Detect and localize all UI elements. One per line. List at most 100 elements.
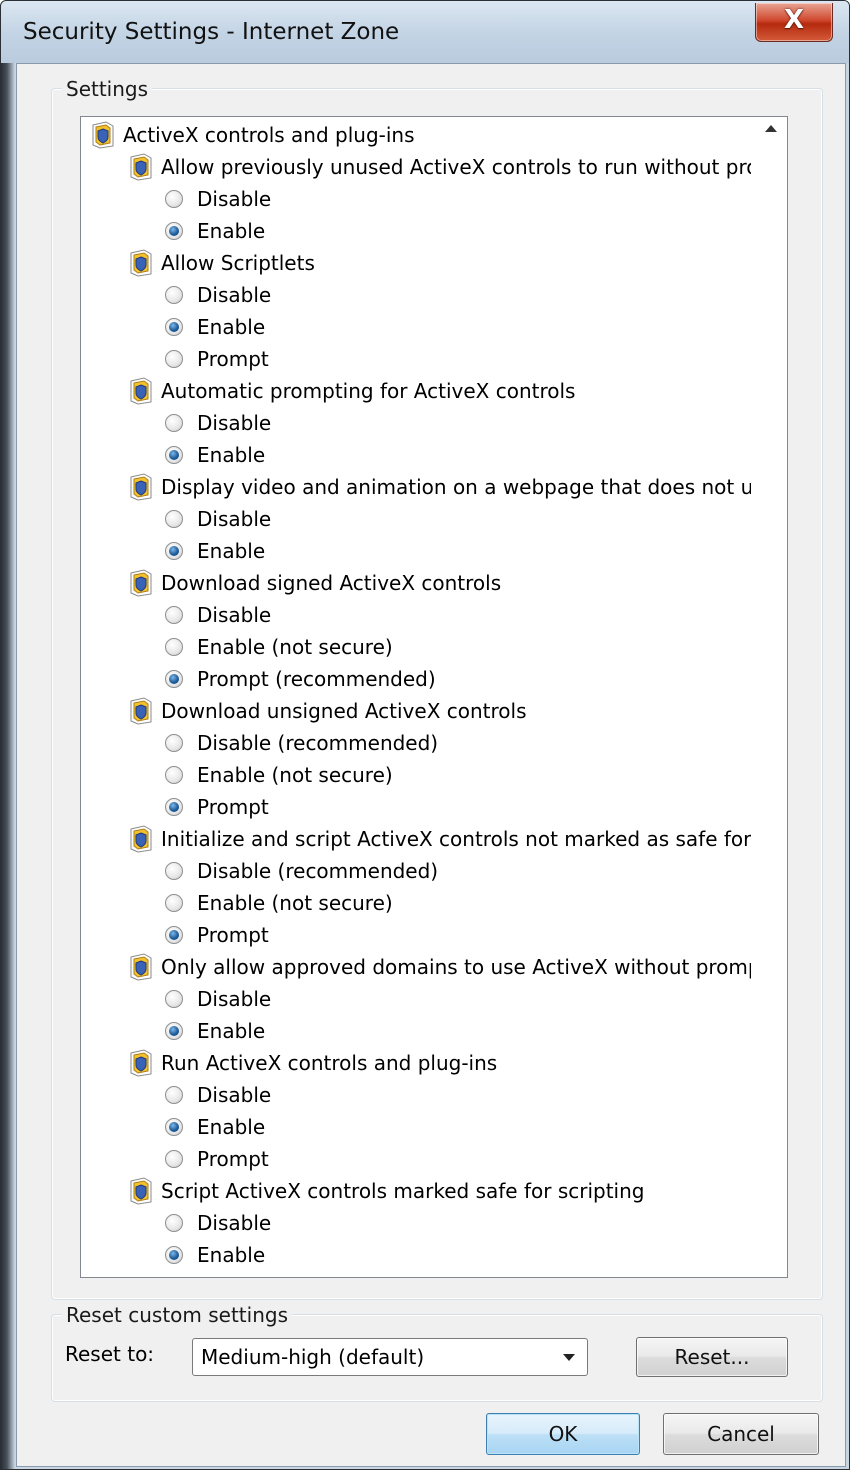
radio-label: Enable: [197, 315, 266, 339]
radio-option[interactable]: Prompt (recommended): [165, 663, 436, 695]
radio-button[interactable]: [165, 605, 183, 624]
radio-label: Prompt (recommended): [197, 667, 436, 691]
setting-label: Initialize and script ActiveX controls n…: [161, 827, 751, 851]
radio-option[interactable]: Disable: [165, 279, 271, 311]
radio-button-selected[interactable]: [165, 221, 183, 240]
setting-row[interactable]: Allow Scriptlets: [129, 247, 315, 279]
title-bar[interactable]: Security Settings - Internet Zone X: [1, 1, 849, 63]
activex-shield-icon: [130, 152, 152, 181]
radio-option[interactable]: Prompt: [165, 343, 269, 375]
radio-option[interactable]: Enable (not secure): [165, 759, 393, 791]
radio-label: Enable: [197, 539, 266, 563]
radio-button[interactable]: [165, 1149, 183, 1168]
radio-label: Prompt: [197, 795, 269, 819]
radio-option[interactable]: Disable: [165, 599, 271, 631]
radio-label: Prompt: [197, 1147, 269, 1171]
setting-label: Only allow approved domains to use Activ…: [161, 955, 751, 979]
radio-button-selected[interactable]: [165, 1245, 183, 1264]
radio-option[interactable]: Disable: [165, 503, 271, 535]
radio-option[interactable]: Prompt: [165, 1143, 269, 1175]
radio-button-selected[interactable]: [165, 445, 183, 464]
radio-label: Enable: [197, 1243, 266, 1267]
cancel-button-label: Cancel: [707, 1422, 775, 1446]
radio-label: Disable: [197, 187, 272, 211]
setting-label: Allow Scriptlets: [161, 251, 315, 275]
window-title: Security Settings - Internet Zone: [23, 19, 400, 45]
radio-label: Enable: [197, 1115, 266, 1139]
radio-option[interactable]: Disable: [165, 183, 271, 215]
setting-row[interactable]: Download unsigned ActiveX controls: [129, 695, 527, 727]
scroll-up-arrow-icon[interactable]: [765, 125, 777, 132]
radio-option[interactable]: Prompt: [165, 791, 269, 823]
activex-shield-icon: [130, 248, 152, 277]
radio-button[interactable]: [165, 349, 183, 368]
radio-option[interactable]: Prompt: [165, 919, 269, 951]
radio-option[interactable]: Enable: [165, 311, 265, 343]
setting-row[interactable]: Initialize and script ActiveX controls n…: [129, 823, 751, 855]
radio-button[interactable]: [165, 989, 183, 1008]
activex-shield-icon: [92, 120, 114, 149]
radio-button[interactable]: [165, 413, 183, 432]
radio-option[interactable]: Disable (recommended): [165, 727, 438, 759]
radio-option[interactable]: Disable: [165, 1207, 271, 1239]
radio-button[interactable]: [165, 189, 183, 208]
radio-button[interactable]: [165, 637, 183, 656]
radio-label: Enable (not secure): [197, 763, 393, 787]
radio-button-selected[interactable]: [165, 1117, 183, 1136]
radio-option[interactable]: Enable (not secure): [165, 631, 393, 663]
radio-option[interactable]: Enable: [165, 535, 265, 567]
tree-root[interactable]: ActiveX controls and plug-ins: [91, 119, 415, 151]
radio-label: Disable: [197, 507, 272, 531]
radio-option[interactable]: Disable: [165, 407, 271, 439]
setting-row[interactable]: Allow previously unused ActiveX controls…: [129, 151, 751, 183]
radio-option[interactable]: Enable: [165, 1239, 265, 1271]
radio-button-selected[interactable]: [165, 797, 183, 816]
setting-row[interactable]: Automatic prompting for ActiveX controls: [129, 375, 575, 407]
radio-option[interactable]: Enable: [165, 439, 265, 471]
radio-label: Enable (not secure): [197, 891, 393, 915]
radio-button[interactable]: [165, 1213, 183, 1232]
radio-option[interactable]: Disable: [165, 1079, 271, 1111]
radio-label: Disable: [197, 411, 272, 435]
close-button[interactable]: X: [755, 3, 833, 42]
setting-row[interactable]: Download signed ActiveX controls: [129, 567, 501, 599]
setting-label: Allow previously unused ActiveX controls…: [161, 155, 751, 179]
radio-option[interactable]: Disable: [165, 983, 271, 1015]
radio-option[interactable]: Disable (recommended): [165, 855, 438, 887]
radio-option[interactable]: Enable: [165, 215, 265, 247]
ok-button[interactable]: OK: [486, 1413, 640, 1455]
cancel-button[interactable]: Cancel: [663, 1413, 819, 1455]
radio-option[interactable]: Enable (not secure): [165, 887, 393, 919]
radio-option[interactable]: Enable: [165, 1015, 265, 1047]
radio-button[interactable]: [165, 285, 183, 304]
radio-label: Disable: [197, 987, 272, 1011]
settings-tree[interactable]: ActiveX controls and plug-ins Allow prev…: [80, 116, 788, 1278]
radio-button[interactable]: [165, 1085, 183, 1104]
radio-button-selected[interactable]: [165, 317, 183, 336]
radio-button[interactable]: [165, 765, 183, 784]
radio-button-selected[interactable]: [165, 669, 183, 688]
tree-scrollbar[interactable]: [753, 117, 787, 1277]
radio-label: Disable (recommended): [197, 859, 439, 883]
setting-row[interactable]: Script ActiveX controls marked safe for …: [129, 1175, 644, 1207]
radio-button[interactable]: [165, 893, 183, 912]
radio-button[interactable]: [165, 509, 183, 528]
setting-row[interactable]: Run ActiveX controls and plug-ins: [129, 1047, 497, 1079]
activex-shield-icon: [130, 952, 152, 981]
radio-button-selected[interactable]: [165, 1021, 183, 1040]
radio-button[interactable]: [165, 861, 183, 880]
radio-button[interactable]: [165, 733, 183, 752]
activex-shield-icon: [130, 376, 152, 405]
activex-shield-icon: [130, 696, 152, 725]
tree-root-label: ActiveX controls and plug-ins: [123, 123, 415, 147]
reset-button[interactable]: Reset...: [636, 1337, 788, 1377]
radio-option[interactable]: Enable: [165, 1111, 265, 1143]
setting-row[interactable]: Only allow approved domains to use Activ…: [129, 951, 751, 983]
setting-row[interactable]: Display video and animation on a webpage…: [129, 471, 751, 503]
radio-label: Disable: [197, 283, 272, 307]
chevron-down-icon[interactable]: [563, 1354, 575, 1361]
activex-shield-icon: [130, 824, 152, 853]
security-level-dropdown[interactable]: Medium-high (default): [192, 1338, 588, 1376]
radio-button-selected[interactable]: [165, 925, 183, 944]
radio-button-selected[interactable]: [165, 541, 183, 560]
